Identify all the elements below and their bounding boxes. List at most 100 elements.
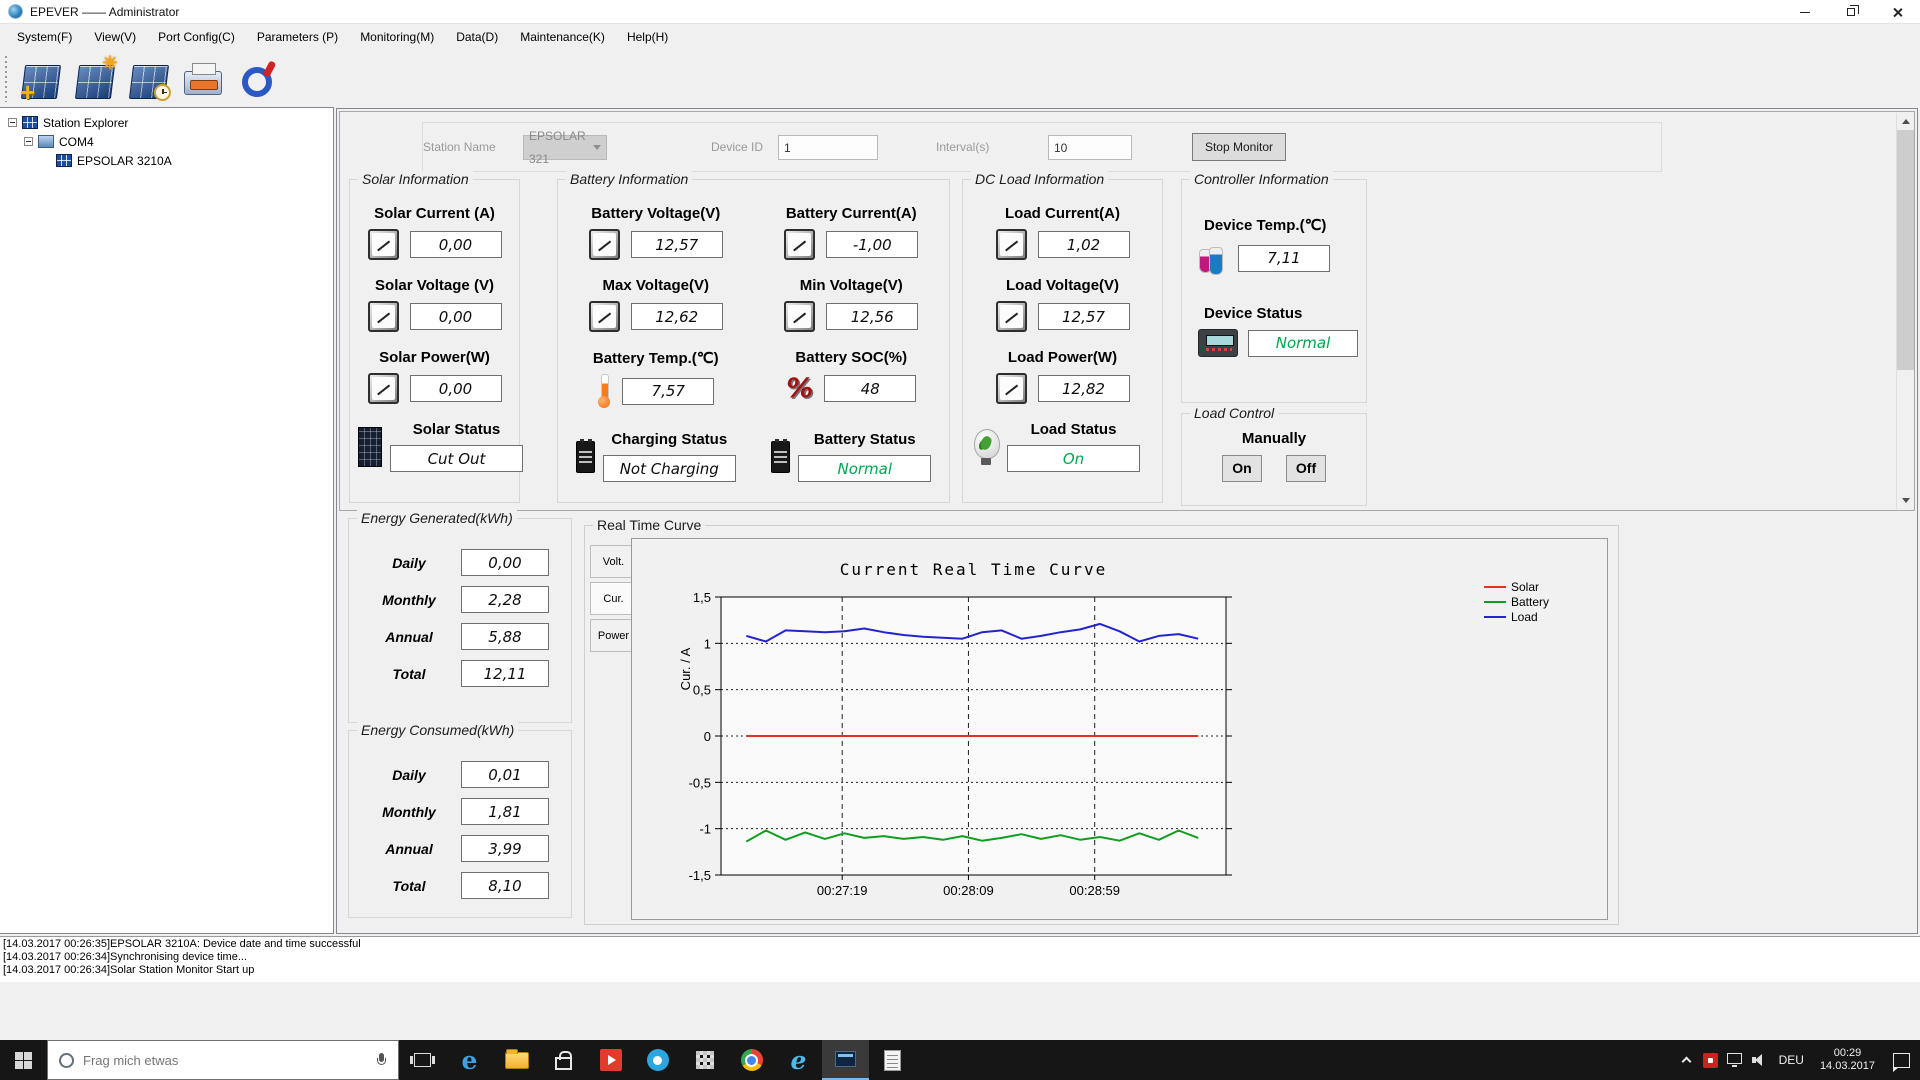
tab-current[interactable]: Cur.	[590, 582, 637, 615]
svg-text:00:27:19: 00:27:19	[817, 883, 868, 898]
collapse-icon[interactable]	[24, 137, 33, 146]
interval-input[interactable]	[1048, 135, 1132, 160]
station-schedule-icon[interactable]	[124, 55, 174, 103]
tray-network-icon[interactable]	[1723, 1040, 1747, 1080]
real-time-curve-group: Real Time Curve Volt. Cur. Power 1,5 1 0,5…	[584, 517, 1619, 925]
apps-grid-icon[interactable]	[681, 1040, 728, 1080]
battery-icon	[771, 438, 791, 473]
minimize-button[interactable]	[1782, 0, 1828, 24]
gen-total-value: 12,11	[461, 660, 549, 687]
svg-text:Cur. / A: Cur. / A	[678, 647, 693, 690]
log-line: [14.03.2017 00:26:34]Synchronising devic…	[3, 951, 247, 963]
group-title: Energy Generated(kWh)	[357, 510, 517, 526]
com-port-icon	[38, 135, 54, 148]
solar-status-value: Cut Out	[390, 445, 523, 472]
store-icon[interactable]	[540, 1040, 587, 1080]
battery-status-value: Normal	[798, 455, 932, 482]
notepad-icon[interactable]	[869, 1040, 916, 1080]
tray-volume-icon[interactable]	[1747, 1040, 1771, 1080]
action-center-icon[interactable]	[1893, 1052, 1910, 1072]
dual-thermometer-icon	[1198, 241, 1224, 275]
stop-monitor-button[interactable]: Stop Monitor	[1192, 133, 1286, 161]
log-line: [14.03.2017 00:26:35]EPSOLAR 3210A: Devi…	[3, 938, 361, 950]
controller-information-group: Controller Information Device Temp.(℃) 7…	[1181, 171, 1367, 403]
cortana-icon	[59, 1052, 74, 1068]
tray-red-badge-icon[interactable]	[1699, 1040, 1723, 1080]
menu-help[interactable]: Help(H)	[616, 24, 679, 50]
charging-status-value: Not Charging	[602, 455, 736, 482]
svg-text:0: 0	[704, 729, 711, 744]
epever-app-taskbar-button[interactable]	[822, 1040, 869, 1080]
menu-port-config[interactable]: Port Config(C)	[147, 24, 246, 50]
menu-parameters[interactable]: Parameters (P)	[246, 24, 349, 50]
search-input[interactable]	[83, 1052, 377, 1068]
load-off-button[interactable]: Off	[1286, 455, 1326, 482]
start-button[interactable]	[0, 1040, 47, 1080]
solar-voltage-value: 0,00	[409, 303, 502, 330]
solar-power-value: 0,00	[409, 375, 502, 402]
load-voltage-value: 12,57	[1037, 303, 1130, 330]
svg-text:-1: -1	[699, 822, 711, 837]
task-view-icon	[410, 1053, 435, 1067]
app-logo-icon	[8, 4, 23, 19]
menu-maintenance[interactable]: Maintenance(K)	[509, 24, 616, 50]
chevron-down-icon	[593, 145, 601, 150]
solar-station-icon[interactable]: ☀	[70, 53, 120, 103]
min-voltage-value: 12,56	[826, 303, 919, 330]
microphone-icon[interactable]	[377, 1053, 386, 1067]
tab-volt[interactable]: Volt.	[590, 545, 637, 578]
chrome-icon[interactable]	[728, 1040, 775, 1080]
station-explorer-panel: Station Explorer COM4 EPSOLAR 3210A	[0, 107, 334, 934]
max-voltage-value: 12,62	[630, 303, 723, 330]
svg-text:00:28:09: 00:28:09	[943, 883, 994, 898]
power-icon[interactable]	[232, 55, 282, 103]
menu-monitoring[interactable]: Monitoring(M)	[349, 24, 445, 50]
device-monitor-panel: Station Name EPSOLAR 321 Device ID Inter…	[339, 111, 1915, 511]
battery-soc-value: 48	[824, 375, 917, 402]
edge-icon[interactable]: e	[446, 1040, 493, 1080]
gen-monthly-value: 2,28	[461, 586, 549, 613]
tab-power[interactable]: Power	[590, 619, 637, 652]
scroll-up-button[interactable]	[1897, 113, 1914, 130]
blue-app-icon[interactable]	[634, 1040, 681, 1080]
task-view-button[interactable]	[399, 1040, 446, 1080]
restore-button[interactable]	[1828, 0, 1874, 24]
svg-text:Solar: Solar	[1511, 580, 1539, 594]
load-on-button[interactable]: On	[1222, 455, 1262, 482]
con-total-value: 8,10	[461, 872, 549, 899]
tray-chevron-up-icon[interactable]	[1675, 1040, 1699, 1080]
tree-item-station-explorer[interactable]: Station Explorer	[0, 113, 333, 132]
menu-system[interactable]: System(F)	[6, 24, 83, 50]
restore-icon	[1847, 5, 1859, 16]
device-id-input[interactable]	[778, 135, 878, 160]
vertical-scrollbar[interactable]	[1896, 113, 1914, 509]
station-name-combo[interactable]: EPSOLAR 321	[523, 129, 607, 166]
window-title: EPEVER —— Administrator	[30, 4, 180, 19]
tree-item-epsolar-3210a[interactable]: EPSOLAR 3210A	[0, 151, 333, 170]
tree-item-com4[interactable]: COM4	[0, 132, 333, 151]
print-icon[interactable]	[178, 55, 228, 103]
scrollbar-thumb[interactable]	[1897, 130, 1914, 370]
menu-data[interactable]: Data(D)	[445, 24, 509, 50]
menu-view[interactable]: View(V)	[83, 24, 147, 50]
add-station-icon[interactable]: +	[16, 55, 66, 105]
taskbar-search[interactable]	[47, 1040, 399, 1080]
collapse-icon[interactable]	[8, 118, 17, 127]
internet-explorer-icon[interactable]: e	[775, 1040, 822, 1080]
dc-load-information-group: DC Load Information Load Current(A) 1,02…	[962, 171, 1163, 503]
gauge-icon	[995, 301, 1027, 332]
video-app-icon[interactable]	[587, 1040, 634, 1080]
group-title: Energy Consumed(kWh)	[357, 722, 519, 738]
close-button[interactable]	[1874, 0, 1920, 24]
keyboard-language[interactable]: DEU	[1771, 1053, 1812, 1067]
svg-text:Battery: Battery	[1511, 595, 1549, 609]
scroll-down-button[interactable]	[1897, 492, 1914, 509]
taskbar: e e DEU 00:29 14.03.2017	[0, 1040, 1920, 1080]
taskbar-clock[interactable]: 00:29 14.03.2017	[1812, 1047, 1883, 1073]
system-tray: DEU 00:29 14.03.2017	[1675, 1040, 1920, 1080]
file-explorer-icon[interactable]	[493, 1040, 540, 1080]
energy-consumed-group: Energy Consumed(kWh) Daily 0,01 Monthly 1,…	[348, 722, 572, 918]
windows-logo-icon	[15, 1051, 32, 1069]
gauge-icon	[784, 229, 816, 260]
svg-text:1,5: 1,5	[693, 590, 711, 605]
